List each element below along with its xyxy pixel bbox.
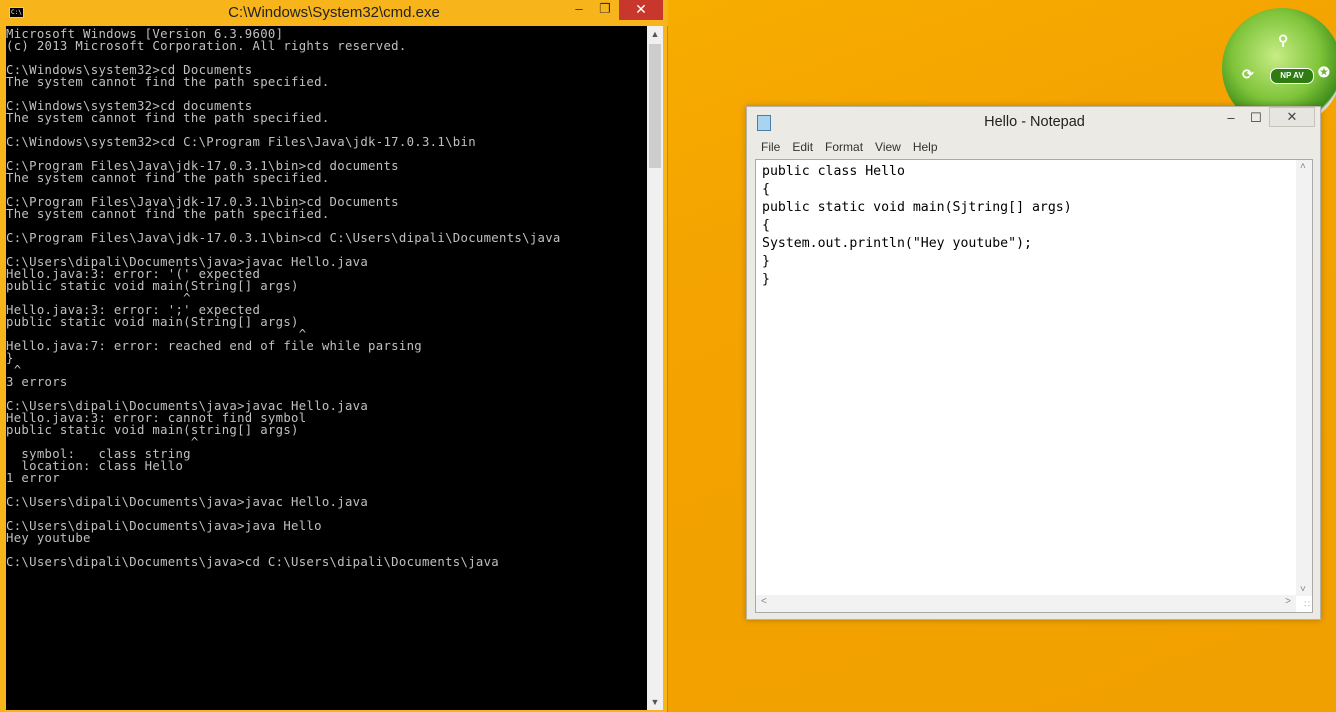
antivirus-badge[interactable]: NP AV [1270, 68, 1314, 84]
cmd-vertical-scrollbar[interactable]: ▲ ▼ [647, 26, 663, 710]
cmd-console[interactable]: Microsoft Windows [Version 6.3.9600] (c)… [6, 26, 647, 710]
notepad-horizontal-scrollbar[interactable]: ˂ ˃ [756, 595, 1296, 612]
scroll-up-arrow-icon[interactable]: ▲ [647, 26, 663, 42]
cmd-restore-button[interactable]: ❐ [592, 0, 618, 20]
scroll-right-arrow-icon[interactable]: ˃ [1285, 596, 1291, 607]
console-output: Microsoft Windows [Version 6.3.9600] (c)… [6, 27, 561, 569]
notepad-close-button[interactable]: ✕ [1269, 107, 1315, 127]
notepad-window: Hello - Notepad – ☐ ✕ File Edit Format V… [746, 106, 1321, 620]
wrench-icon[interactable]: ✪ [1318, 64, 1330, 81]
menu-view[interactable]: View [869, 139, 907, 157]
scroll-left-arrow-icon[interactable]: ˂ [761, 596, 767, 607]
scroll-thumb[interactable] [649, 44, 661, 168]
menu-help[interactable]: Help [907, 139, 944, 157]
cmd-window: C:\ C:\Windows\System32\cmd.exe – ❐ ✕ Mi… [0, 0, 668, 712]
cmd-minimize-button[interactable]: – [566, 0, 592, 20]
refresh-icon[interactable]: ⟳ [1242, 66, 1254, 83]
notepad-minimize-button[interactable]: – [1219, 109, 1243, 129]
notepad-content[interactable]: public class Hello { public static void … [756, 160, 1312, 289]
scroll-up-arrow-icon[interactable]: ˄ [1300, 161, 1306, 172]
notepad-text-area[interactable]: public class Hello { public static void … [755, 159, 1313, 613]
resize-grip-icon[interactable]: ∷ [1304, 599, 1310, 610]
menu-file[interactable]: File [755, 139, 786, 157]
scroll-down-arrow-icon[interactable]: ˅ [1300, 584, 1306, 595]
search-icon[interactable]: ⚲ [1278, 32, 1288, 49]
notepad-menubar: File Edit Format View Help [755, 139, 944, 157]
menu-format[interactable]: Format [819, 139, 869, 157]
menu-edit[interactable]: Edit [786, 139, 819, 157]
scroll-down-arrow-icon[interactable]: ▼ [647, 694, 663, 710]
cmd-close-button[interactable]: ✕ [619, 0, 663, 20]
notepad-maximize-button[interactable]: ☐ [1244, 109, 1268, 129]
notepad-vertical-scrollbar[interactable]: ˄ ˅ [1296, 160, 1312, 596]
cmd-titlebar[interactable]: C:\ C:\Windows\System32\cmd.exe – ❐ ✕ [0, 0, 668, 26]
